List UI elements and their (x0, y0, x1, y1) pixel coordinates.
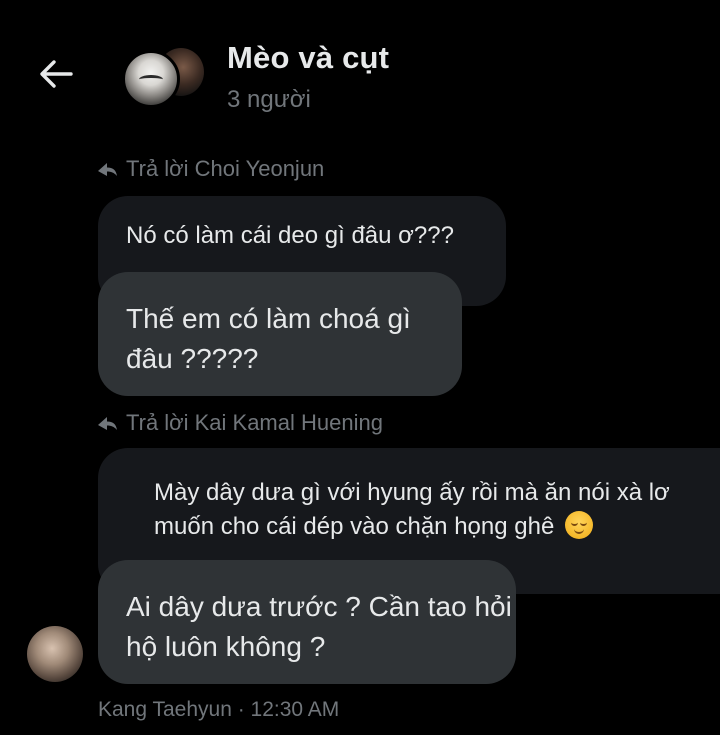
sender-avatar[interactable] (27, 626, 83, 682)
group-avatar[interactable] (118, 46, 208, 108)
message-meta: Kang Taehyun · 12:30 AM (98, 698, 340, 721)
member-avatar (122, 50, 180, 108)
conversation-member-count: 3 người (227, 86, 311, 113)
quoted-message-text: Mày dây dưa gì với hyung ấy rồi mà ăn nó… (154, 479, 670, 540)
arrow-left-icon (40, 60, 73, 88)
message-bubble[interactable]: Ai dây dưa trước ? Cần tao hỏi hộ luôn k… (98, 560, 516, 684)
reply-arrow-icon (98, 163, 117, 176)
dm-conversation: Mèo và cụt 3 người Trả lời Choi Yeonjun … (0, 0, 720, 735)
reply-arrow-icon (98, 417, 117, 430)
reply-header: Trả lời Kai Kamal Huening (96, 410, 383, 436)
back-button[interactable] (34, 54, 78, 94)
quoted-message-text: Nó có làm cái deo gì đâu ơ??? (126, 222, 454, 249)
message-text: Thế em có làm choá gì đâu ????? (126, 303, 411, 374)
quoted-message-text-wrap: Mày dây dưa gì với hyung ấy rồi mà ăn nó… (154, 476, 720, 544)
reply-to-label: Trả lời Kai Kamal Huening (126, 410, 383, 435)
reply-to-label: Trả lời Choi Yeonjun (126, 156, 325, 181)
conversation-title[interactable]: Mèo và cụt (227, 40, 389, 76)
smiling-face-emoji-icon (564, 511, 593, 539)
reply-header: Trả lời Choi Yeonjun (96, 156, 324, 182)
message-text: Ai dây dưa trước ? Cần tao hỏi hộ luôn k… (126, 591, 512, 662)
message-bubble[interactable]: Thế em có làm choá gì đâu ????? (98, 272, 462, 396)
